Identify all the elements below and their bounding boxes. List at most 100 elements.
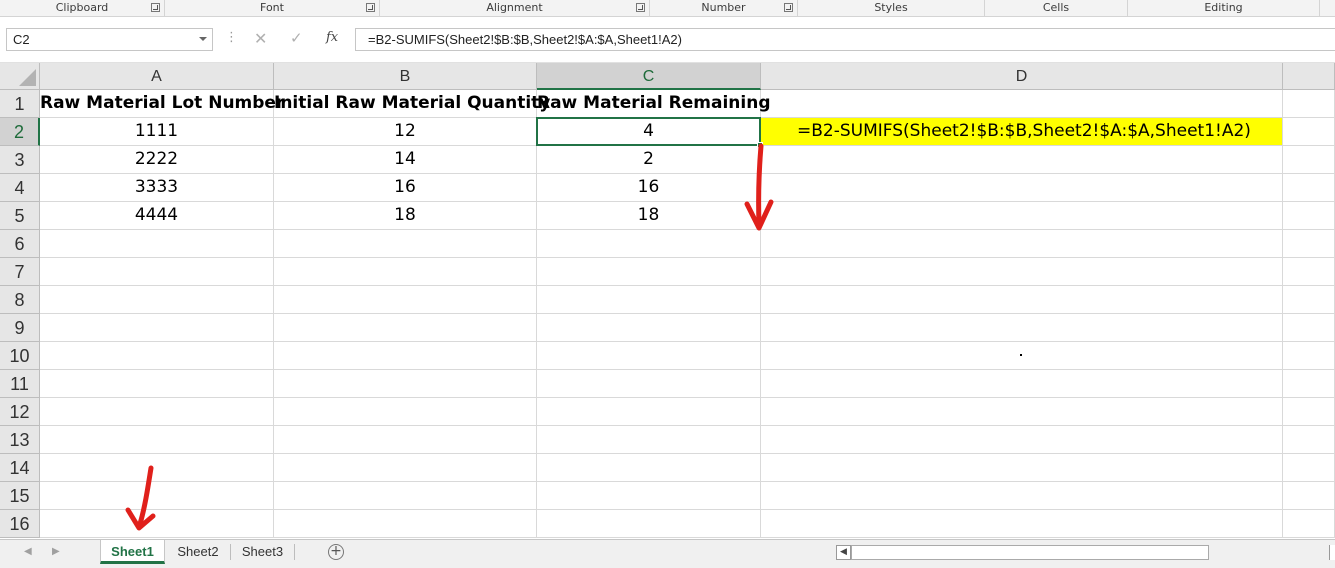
cell-d6[interactable]	[761, 230, 1283, 258]
column-header-a[interactable]: A	[40, 63, 274, 90]
cell-c16[interactable]	[537, 510, 761, 538]
ribbon-group-editing[interactable]: Editing	[1128, 0, 1320, 16]
cell-b12[interactable]	[274, 398, 537, 426]
cell-d4[interactable]	[761, 174, 1283, 202]
cell-c1[interactable]: Raw Material Remaining	[537, 90, 771, 118]
cell-b1[interactable]: Initial Raw Material Quantity	[274, 90, 550, 118]
row-header-4[interactable]: 4	[0, 174, 40, 202]
cell-b4[interactable]: 16	[274, 174, 537, 202]
cell-b13[interactable]	[274, 426, 537, 454]
column-header-c[interactable]: C	[537, 63, 761, 90]
cell-c10[interactable]	[537, 342, 761, 370]
cell-e9[interactable]	[1283, 314, 1335, 342]
cell-a5[interactable]: 4444	[40, 202, 274, 230]
column-header-d[interactable]: D	[761, 63, 1283, 90]
cell-e10[interactable]	[1283, 342, 1335, 370]
row-header-1[interactable]: 1	[0, 90, 40, 118]
cell-a6[interactable]	[40, 230, 274, 258]
name-box[interactable]: C2	[6, 28, 213, 51]
cell-a14[interactable]	[40, 454, 274, 482]
cell-a16[interactable]	[40, 510, 274, 538]
row-header-8[interactable]: 8	[0, 286, 40, 314]
cell-a13[interactable]	[40, 426, 274, 454]
ribbon-group-number[interactable]: Number	[650, 0, 798, 16]
dialog-launcher-icon[interactable]	[366, 3, 375, 12]
cell-e14[interactable]	[1283, 454, 1335, 482]
cell-d3[interactable]	[761, 146, 1283, 174]
cell-e7[interactable]	[1283, 258, 1335, 286]
ribbon-group-styles[interactable]: Styles	[798, 0, 985, 16]
cell-a15[interactable]	[40, 482, 274, 510]
insert-function-icon[interactable]: fx	[326, 30, 338, 45]
cell-d15[interactable]	[761, 482, 1283, 510]
cell-e1[interactable]	[1283, 90, 1335, 118]
dialog-launcher-icon[interactable]	[151, 3, 160, 12]
horizontal-scrollbar[interactable]: ◀	[836, 545, 1335, 560]
sheet-tab-sheet2[interactable]: Sheet2	[166, 540, 230, 564]
cell-d8[interactable]	[761, 286, 1283, 314]
tab-scroll-left-icon[interactable]: ◀	[24, 546, 32, 557]
sheet-tab-sheet3[interactable]: Sheet3	[231, 540, 294, 564]
row-header-7[interactable]: 7	[0, 258, 40, 286]
dialog-launcher-icon[interactable]	[636, 3, 645, 12]
dialog-launcher-icon[interactable]	[784, 3, 793, 12]
cell-d10[interactable]	[761, 342, 1283, 370]
cell-d7[interactable]	[761, 258, 1283, 286]
cell-d12[interactable]	[761, 398, 1283, 426]
cell-e11[interactable]	[1283, 370, 1335, 398]
cell-b16[interactable]	[274, 510, 537, 538]
scrollbar-thumb[interactable]	[851, 545, 1209, 560]
scroll-left-icon[interactable]: ◀	[836, 545, 851, 560]
row-header-9[interactable]: 9	[0, 314, 40, 342]
ribbon-group-clipboard[interactable]: Clipboard	[0, 0, 165, 16]
row-header-3[interactable]: 3	[0, 146, 40, 174]
row-header-2[interactable]: 2	[0, 118, 40, 146]
cell-b5[interactable]: 18	[274, 202, 537, 230]
cell-b3[interactable]: 14	[274, 146, 537, 174]
enter-check-icon[interactable]: ✓	[290, 29, 303, 47]
cell-e15[interactable]	[1283, 482, 1335, 510]
cell-d9[interactable]	[761, 314, 1283, 342]
cell-d14[interactable]	[761, 454, 1283, 482]
cell-a4[interactable]: 3333	[40, 174, 274, 202]
cell-e8[interactable]	[1283, 286, 1335, 314]
cell-b8[interactable]	[274, 286, 537, 314]
cell-a2[interactable]: 1111	[40, 118, 274, 146]
cell-e3[interactable]	[1283, 146, 1335, 174]
plus-circle-icon[interactable]: +	[328, 544, 344, 560]
ribbon-group-cells[interactable]: Cells	[985, 0, 1128, 16]
row-header-12[interactable]: 12	[0, 398, 40, 426]
cell-c6[interactable]	[537, 230, 761, 258]
cell-c3[interactable]: 2	[537, 146, 761, 174]
cell-a7[interactable]	[40, 258, 274, 286]
cell-e13[interactable]	[1283, 426, 1335, 454]
cell-b7[interactable]	[274, 258, 537, 286]
row-header-16[interactable]: 16	[0, 510, 40, 538]
cell-c5[interactable]: 18	[537, 202, 761, 230]
cell-a8[interactable]	[40, 286, 274, 314]
row-header-14[interactable]: 14	[0, 454, 40, 482]
select-all-button[interactable]	[0, 63, 40, 90]
cell-b14[interactable]	[274, 454, 537, 482]
more-options-icon[interactable]: ⋮	[225, 31, 238, 45]
cell-c11[interactable]	[537, 370, 761, 398]
cell-c7[interactable]	[537, 258, 761, 286]
row-header-5[interactable]: 5	[0, 202, 40, 230]
formula-input[interactable]: =B2-SUMIFS(Sheet2!$B:$B,Sheet2!$A:$A,She…	[356, 28, 1335, 51]
column-header-b[interactable]: B	[274, 63, 537, 90]
cell-d16[interactable]	[761, 510, 1283, 538]
cell-e5[interactable]	[1283, 202, 1335, 230]
row-header-6[interactable]: 6	[0, 230, 40, 258]
tab-scroll-right-icon[interactable]: ▶	[52, 546, 60, 557]
cell-d2[interactable]: =B2-SUMIFS(Sheet2!$B:$B,Sheet2!$A:$A,She…	[761, 118, 1283, 146]
cell-a3[interactable]: 2222	[40, 146, 274, 174]
chevron-down-icon[interactable]	[199, 37, 207, 41]
cell-c12[interactable]	[537, 398, 761, 426]
row-header-10[interactable]: 10	[0, 342, 40, 370]
cell-e4[interactable]	[1283, 174, 1335, 202]
cell-b6[interactable]	[274, 230, 537, 258]
cell-a1[interactable]: Raw Material Lot Number	[40, 90, 284, 118]
cell-c15[interactable]	[537, 482, 761, 510]
ribbon-group-alignment[interactable]: Alignment	[380, 0, 650, 16]
cell-b15[interactable]	[274, 482, 537, 510]
